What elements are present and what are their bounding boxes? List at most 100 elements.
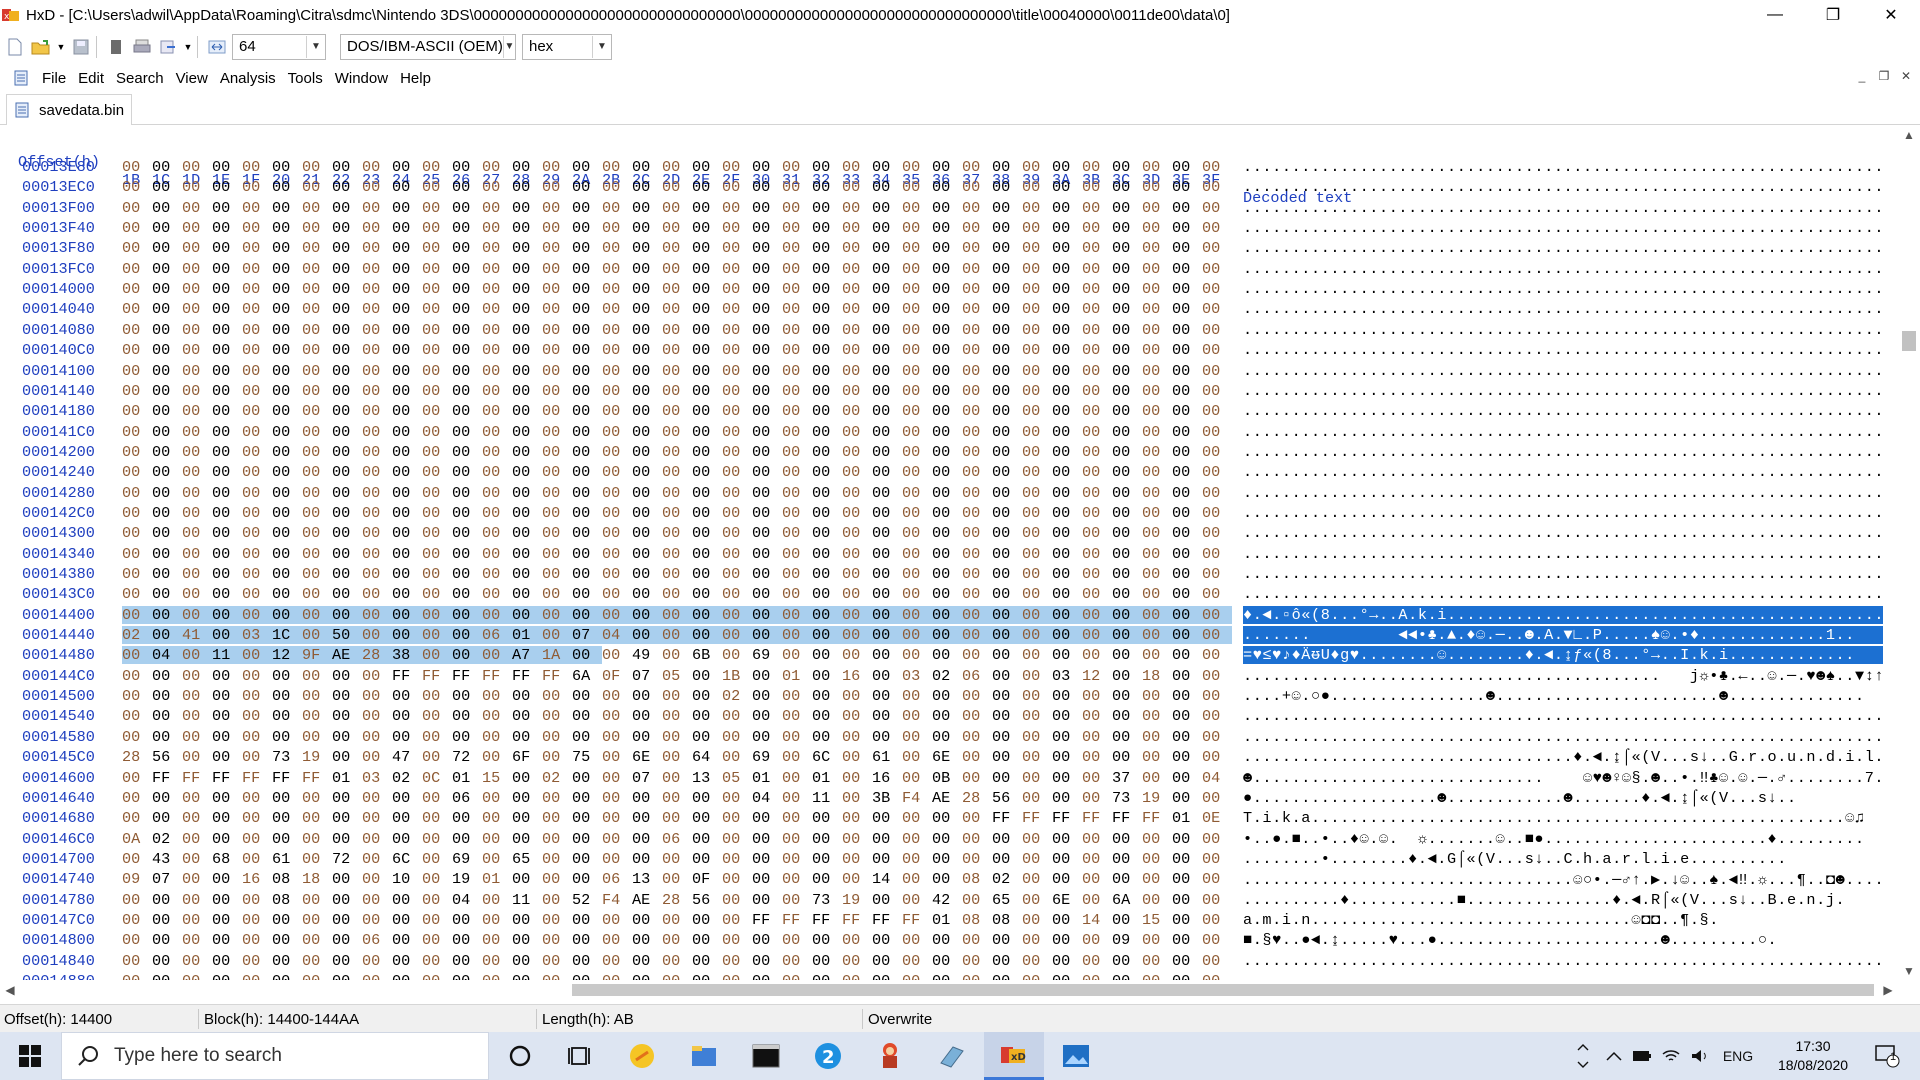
hex-byte[interactable]: 00 [182,158,212,176]
hex-byte[interactable]: 00 [932,504,962,522]
hex-byte[interactable]: 00 [212,585,242,603]
hex-byte[interactable]: 00 [1112,545,1142,563]
hex-byte[interactable]: 00 [1172,199,1202,217]
hex-byte[interactable]: 00 [1112,178,1142,196]
hex-byte[interactable]: 00 [782,565,812,583]
hex-byte[interactable]: 00 [932,443,962,461]
hex-byte[interactable]: FF [242,769,272,787]
hex-byte[interactable]: 00 [932,626,962,645]
hex-byte[interactable]: 00 [302,504,332,522]
hex-byte[interactable]: 00 [182,952,212,970]
hex-byte[interactable]: 61 [872,748,902,766]
hex-byte[interactable]: 00 [1052,585,1082,603]
hex-byte[interactable]: 00 [452,504,482,522]
hex-byte[interactable]: 00 [932,728,962,746]
hex-byte[interactable]: 00 [392,891,422,909]
hex-byte[interactable]: 00 [752,850,782,868]
hex-byte[interactable]: 00 [1082,952,1112,970]
hex-byte[interactable]: 68 [212,850,242,868]
hex-byte[interactable]: 00 [422,158,452,176]
hex-byte[interactable]: 00 [572,260,602,278]
hex-byte[interactable]: 00 [242,321,272,339]
hex-byte[interactable]: 00 [692,545,722,563]
hex-byte[interactable]: 00 [962,300,992,318]
hex-byte[interactable]: 00 [242,605,272,624]
hex-byte[interactable]: 00 [1112,830,1142,848]
hex-byte[interactable]: 00 [302,219,332,237]
hex-byte[interactable]: 00 [782,362,812,380]
hex-byte[interactable]: 00 [452,911,482,929]
hex-byte[interactable]: 00 [572,178,602,196]
hex-byte[interactable]: 00 [302,687,332,705]
hex-byte[interactable]: 00 [212,728,242,746]
row-hex-bytes[interactable]: 0000000000000000000000000000000000000000… [122,952,1232,970]
terminal-icon[interactable] [736,1032,796,1080]
hex-byte[interactable]: 00 [932,931,962,949]
hex-byte[interactable]: 00 [1052,748,1082,766]
hex-byte[interactable]: 00 [122,789,152,807]
hex-byte[interactable]: 00 [152,952,182,970]
hex-byte[interactable]: 00 [1172,931,1202,949]
hex-byte[interactable]: 00 [302,830,332,848]
hex-byte[interactable]: 00 [1052,219,1082,237]
hex-byte[interactable]: 00 [962,504,992,522]
hex-byte[interactable]: 00 [152,545,182,563]
row-decoded-text[interactable]: ........................................… [1243,443,1883,461]
hex-byte[interactable]: 00 [632,321,662,339]
hex-byte[interactable]: 00 [122,362,152,380]
hex-byte[interactable]: 00 [782,605,812,624]
hex-byte[interactable]: 00 [1172,728,1202,746]
hex-byte[interactable]: 00 [662,341,692,359]
hex-byte[interactable]: 00 [1052,504,1082,522]
hex-byte[interactable]: 00 [782,646,812,664]
hex-byte[interactable]: 00 [422,280,452,298]
hex-byte[interactable]: 00 [842,178,872,196]
action-center-icon[interactable]: 1 [1862,1032,1912,1080]
hex-byte[interactable]: 00 [632,362,662,380]
hex-byte[interactable]: 00 [932,585,962,603]
hex-byte[interactable]: 00 [212,239,242,257]
hex-byte[interactable]: 00 [572,952,602,970]
hex-byte[interactable]: 00 [932,646,962,664]
hex-byte[interactable]: 00 [272,504,302,522]
hex-byte[interactable]: 00 [302,626,332,645]
hex-byte[interactable]: 05 [662,667,692,685]
hex-byte[interactable]: 00 [212,362,242,380]
hex-byte[interactable]: 00 [332,219,362,237]
hex-byte[interactable]: 00 [1052,463,1082,481]
hex-byte[interactable]: 00 [1022,300,1052,318]
hex-byte[interactable]: 00 [1052,565,1082,583]
hex-byte[interactable]: 00 [302,199,332,217]
hex-byte[interactable]: 00 [1142,219,1172,237]
hex-byte[interactable]: 00 [542,830,572,848]
hex-byte[interactable]: 00 [812,626,842,645]
hex-byte[interactable]: 38 [392,646,422,665]
hex-byte[interactable]: 00 [242,362,272,380]
hex-byte[interactable]: 00 [1172,280,1202,298]
hex-byte[interactable]: 00 [1082,545,1112,563]
hex-byte[interactable]: 00 [602,321,632,339]
hex-byte[interactable]: 00 [1172,341,1202,359]
hex-byte[interactable]: 06 [662,830,692,848]
hex-byte[interactable]: 00 [242,443,272,461]
hex-byte[interactable]: 00 [362,891,392,909]
hex-byte[interactable]: 00 [302,260,332,278]
hex-byte[interactable]: 00 [722,443,752,461]
hex-byte[interactable]: 00 [572,789,602,807]
hex-byte[interactable]: 00 [782,728,812,746]
hex-byte[interactable]: 00 [1082,362,1112,380]
hex-byte[interactable]: 00 [902,626,932,645]
hex-byte[interactable]: 00 [842,382,872,400]
hex-byte[interactable]: 00 [482,443,512,461]
hex-byte[interactable]: 00 [512,362,542,380]
hex-byte[interactable]: 00 [332,423,362,441]
hex-byte[interactable]: 00 [962,219,992,237]
hex-byte[interactable]: 00 [602,952,632,970]
hex-byte[interactable]: 00 [1082,891,1112,909]
hex-byte[interactable]: 00 [1082,830,1112,848]
hex-byte[interactable]: 00 [842,158,872,176]
hex-byte[interactable]: 65 [992,891,1022,909]
open-folder-icon[interactable] [30,36,52,58]
hex-byte[interactable]: 00 [932,382,962,400]
hex-byte[interactable]: 00 [392,931,422,949]
